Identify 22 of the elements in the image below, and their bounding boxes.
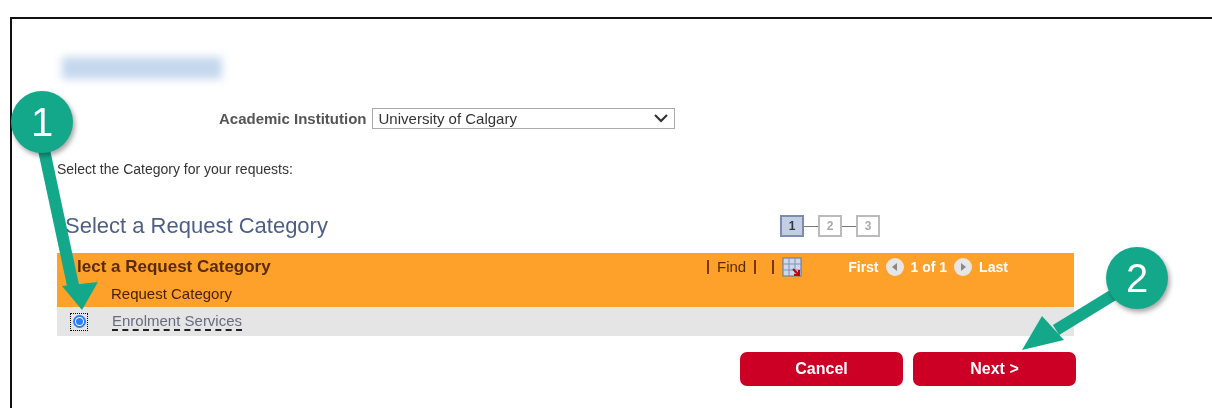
field-label: Academic Institution xyxy=(219,110,367,127)
category-link[interactable]: Enrolment Services xyxy=(112,312,243,331)
previous-icon[interactable] xyxy=(884,256,905,277)
page-heading: Select a Request Category xyxy=(65,213,329,239)
table-row[interactable]: Enrolment Services xyxy=(57,307,1074,336)
step-indicator[interactable]: 1 xyxy=(780,215,804,237)
step-indicator[interactable]: 3 xyxy=(856,215,880,237)
instruction-text: Select the Category for your requests: xyxy=(57,161,294,177)
find-link[interactable]: Find xyxy=(717,258,747,275)
next-icon[interactable] xyxy=(953,256,974,277)
grid-title: lect a Request Category xyxy=(77,256,272,277)
step-indicator[interactable]: 2 xyxy=(818,215,842,237)
callout-badge: 2 xyxy=(1106,247,1168,309)
chevron-down-icon xyxy=(653,114,668,123)
radio-button[interactable] xyxy=(72,315,86,328)
institution-select[interactable]: University of Calgary xyxy=(371,108,675,129)
page-count: 1 of 1 xyxy=(910,258,948,275)
next-button[interactable]: Next > xyxy=(913,352,1076,386)
column-title: Request Category xyxy=(111,285,232,302)
callout-badge: 1 xyxy=(11,91,73,153)
grid-download-icon[interactable] xyxy=(782,256,803,277)
cancel-button[interactable]: Cancel xyxy=(740,352,903,386)
